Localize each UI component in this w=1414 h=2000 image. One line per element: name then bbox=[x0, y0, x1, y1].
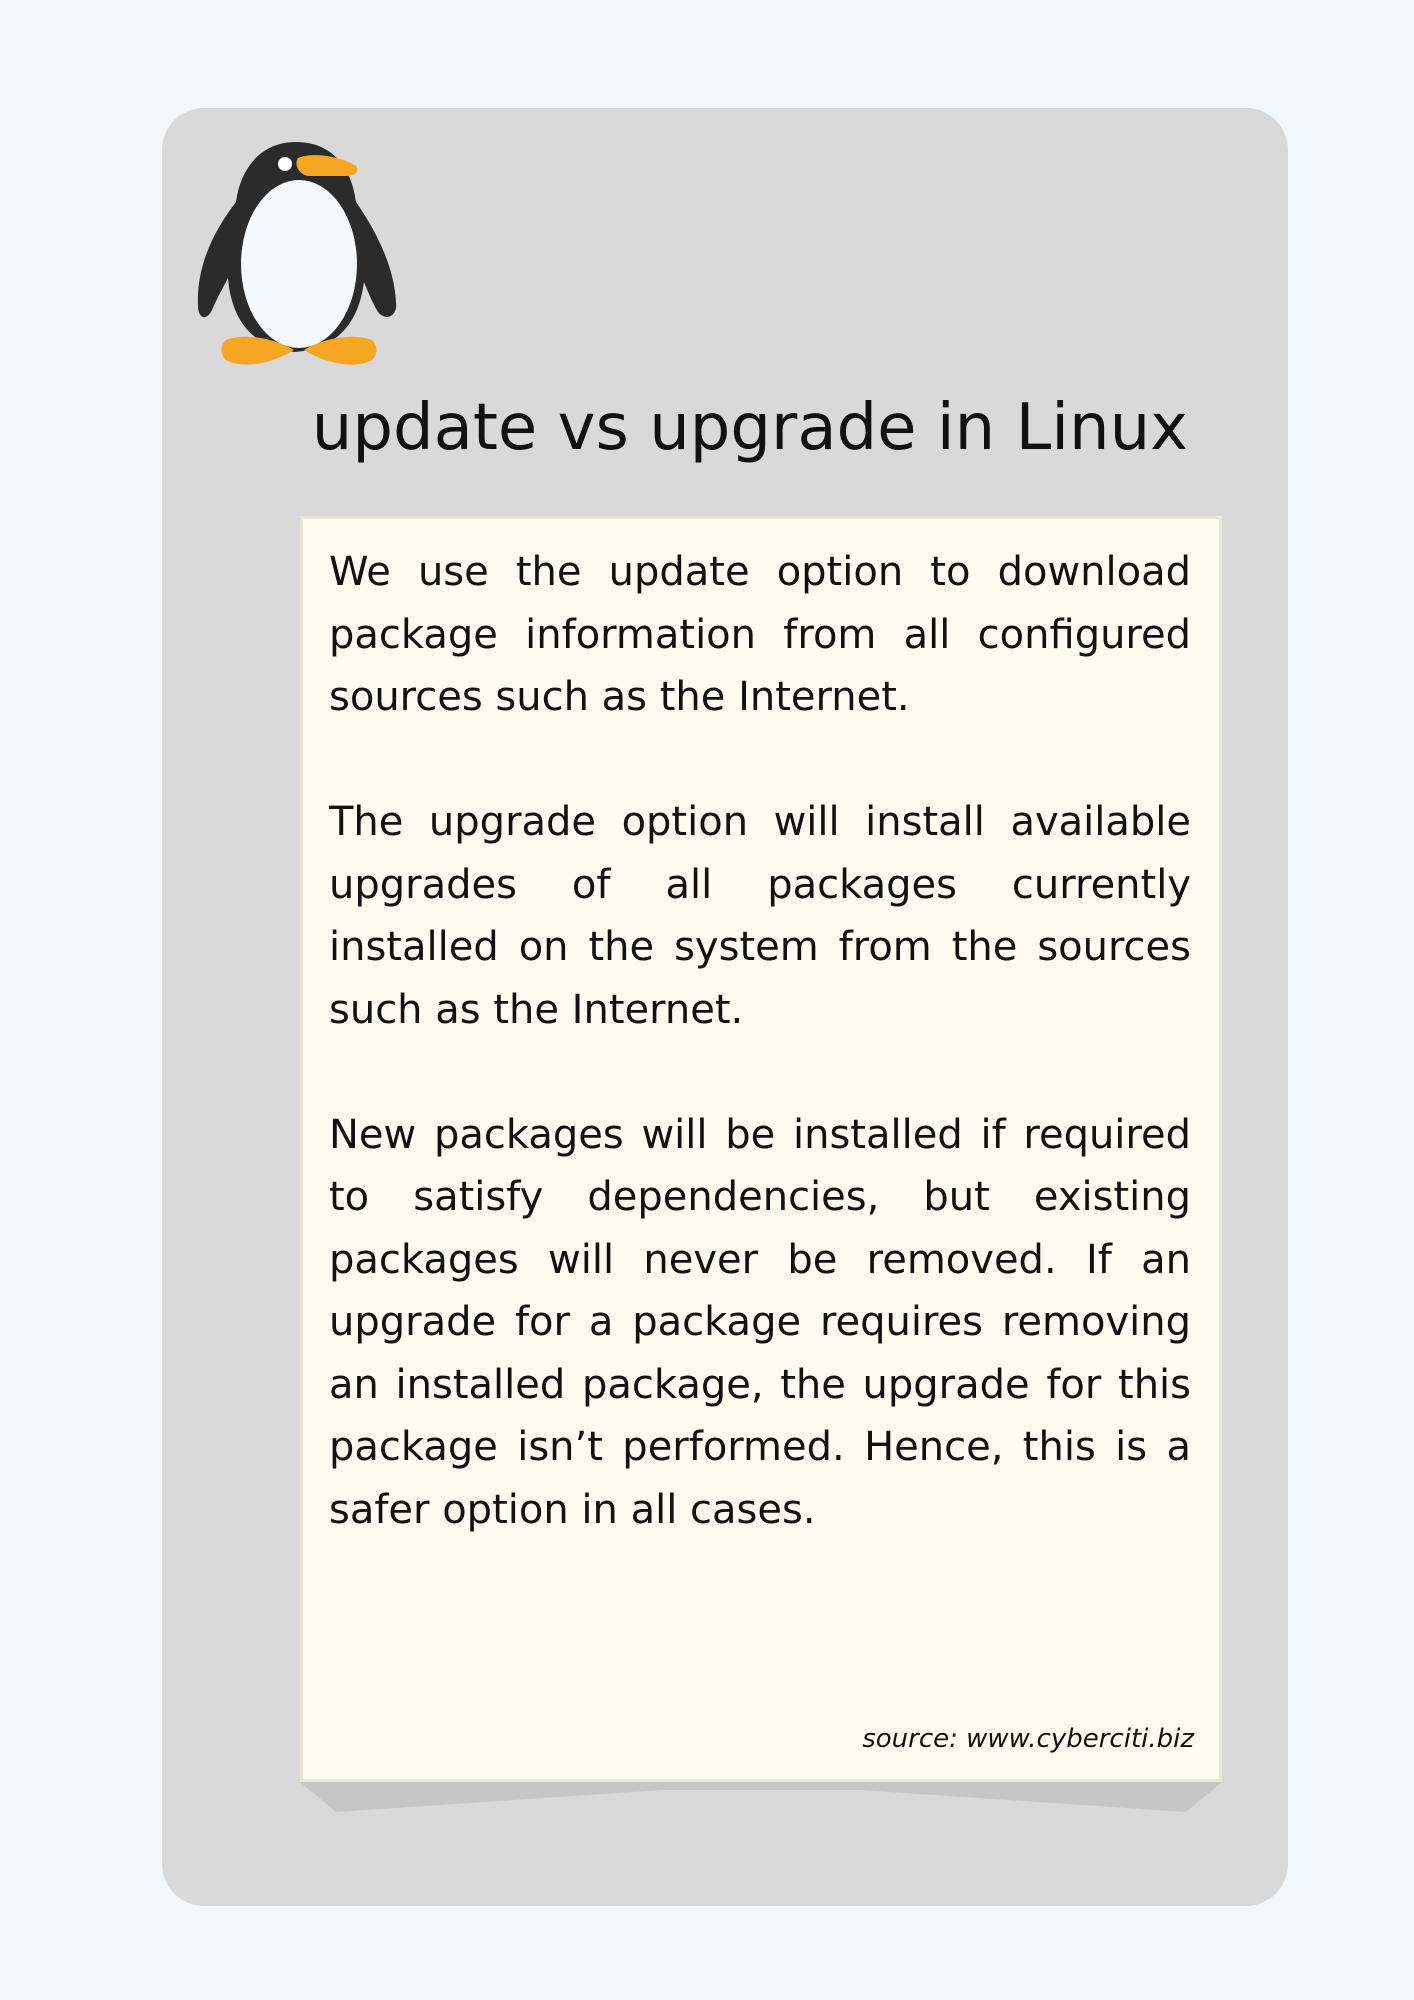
paragraph-dependencies: New packages will be installed if requir… bbox=[329, 1111, 1191, 1533]
penguin-icon bbox=[197, 142, 397, 365]
text-body: We use the update option to download pac… bbox=[329, 541, 1191, 1604]
paragraph-update: We use the update option to download pac… bbox=[329, 549, 1191, 720]
paragraph-upgrade: The upgrade option will install availabl… bbox=[329, 799, 1191, 1033]
source-credit: source: www.cyberciti.biz bbox=[862, 1724, 1194, 1754]
page-title: update vs upgrade in Linux bbox=[311, 391, 1188, 465]
